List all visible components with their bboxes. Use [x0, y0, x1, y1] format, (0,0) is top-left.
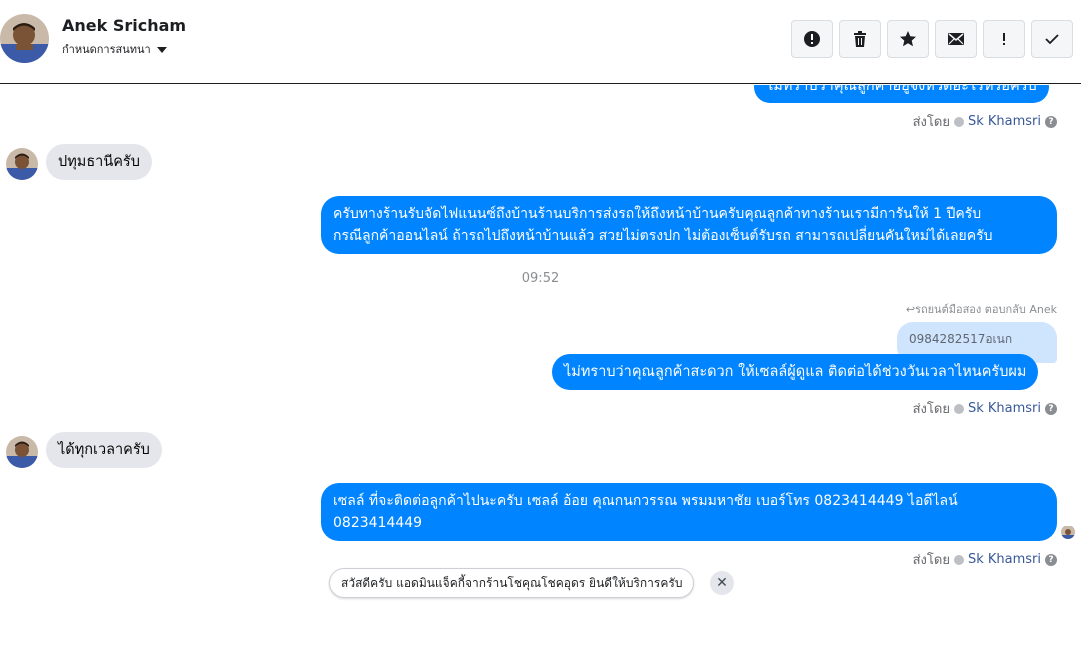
important-button[interactable] — [983, 20, 1025, 58]
sent-by-info: ส่งโดย Sk Khamsri ? — [913, 549, 1057, 570]
sender-name[interactable]: Sk Khamsri — [968, 114, 1041, 129]
conversation-header: Anek Sricham กำหนดการสนทนา — [0, 0, 1081, 84]
sender-name[interactable]: Sk Khamsri — [968, 401, 1041, 416]
message-text: ได้ทุกเวลาครับ — [58, 442, 150, 458]
message-text-line: ครับทางร้านรับจัดไฟแนนซ์ถึงบ้านร้านบริกา… — [333, 206, 982, 222]
verified-icon — [953, 403, 964, 414]
message-text-line: กรณีลูกค้าออนไลน์ ถ้ารถไปถึงหน้าบ้านแล้ว… — [333, 228, 993, 244]
incoming-message[interactable]: ได้ทุกเวลาครับ — [46, 432, 162, 468]
contact-avatar[interactable] — [0, 14, 49, 63]
conversation-label-dropdown[interactable]: กำหนดการสนทนา — [62, 40, 167, 58]
message-text: ไม่ทราบว่าคุณลูกค้าสะดวก ให้เซลล์ผู้ดูแล… — [564, 364, 1027, 380]
incoming-message[interactable]: ปทุมธานีครับ — [46, 144, 152, 180]
outgoing-message[interactable]: เซลล์ ที่จะติดต่อลูกค้าไปนะครับ เซลล์ อ้… — [321, 483, 1057, 541]
verified-icon — [953, 554, 964, 565]
exclamation-icon — [1003, 33, 1005, 45]
message-text-line: เซลล์ ที่จะติดต่อลูกค้าไปนะครับ เซลล์ อ้… — [333, 493, 958, 509]
envelope-icon — [948, 33, 964, 45]
alert-circle-icon — [804, 31, 820, 47]
caret-down-icon — [156, 47, 167, 53]
sent-by-label: ส่งโดย — [912, 115, 950, 130]
report-button[interactable] — [791, 20, 833, 58]
contact-avatar-small — [6, 148, 38, 180]
verified-icon — [953, 116, 964, 127]
star-button[interactable] — [887, 20, 929, 58]
contact-name[interactable]: Anek Sricham — [62, 16, 186, 35]
check-icon — [1045, 34, 1059, 45]
header-actions — [791, 20, 1073, 58]
help-icon[interactable]: ? — [1045, 115, 1057, 128]
help-icon[interactable]: ? — [1045, 402, 1057, 415]
quoted-text: 0984282517อเนก — [909, 332, 1013, 346]
star-icon — [900, 31, 916, 47]
message-text-line: 0823414449 — [333, 515, 423, 531]
delete-button[interactable] — [839, 20, 881, 58]
sent-by-info: ส่งโดย Sk Khamsri ? — [913, 398, 1057, 419]
timestamp: 09:52 — [521, 271, 560, 286]
help-icon[interactable]: ? — [1045, 553, 1057, 566]
outgoing-message[interactable]: ครับทางร้านรับจัดไฟแนนซ์ถึงบ้านร้านบริกา… — [321, 196, 1057, 254]
suggested-reply-text: สวัสดีครับ แอดมินแจ็คกี้จากร้านโชคุณโชคอ… — [341, 575, 683, 590]
message-text: ปทุมธานีครับ — [58, 154, 140, 170]
seen-avatar — [1061, 525, 1075, 539]
close-suggestion-button[interactable]: ✕ — [710, 571, 734, 595]
trash-icon — [854, 31, 866, 47]
reply-icon: ↩ — [905, 303, 916, 316]
mark-unread-button[interactable] — [935, 20, 977, 58]
conversation-label-text: กำหนดการสนทนา — [62, 43, 151, 56]
sender-name[interactable]: Sk Khamsri — [968, 552, 1041, 567]
done-button[interactable] — [1031, 20, 1073, 58]
sent-by-info: ส่งโดย Sk Khamsri ? — [913, 111, 1057, 132]
reply-note: ↩รถยนต์มือสอง ตอบกลับ Anek — [906, 300, 1057, 318]
sent-by-label: ส่งโดย — [912, 402, 950, 417]
suggested-reply-chip[interactable]: สวัสดีครับ แอดมินแจ็คกี้จากร้านโชคุณโชคอ… — [329, 568, 695, 598]
close-icon: ✕ — [716, 575, 728, 591]
sent-by-label: ส่งโดย — [912, 553, 950, 568]
message-text: ไม่ทราบว่าคุณลูกค้าอยู่จังหวัดอะไรหรอครั… — [766, 85, 1037, 94]
outgoing-message[interactable]: ไม่ทราบว่าคุณลูกค้าสะดวก ให้เซลล์ผู้ดูแล… — [552, 354, 1039, 390]
reply-note-text: รถยนต์มือสอง ตอบกลับ Anek — [915, 303, 1057, 316]
contact-avatar-small — [6, 436, 38, 468]
outgoing-message[interactable]: ไม่ทราบว่าคุณลูกค้าอยู่จังหวัดอะไรหรอครั… — [754, 85, 1049, 103]
